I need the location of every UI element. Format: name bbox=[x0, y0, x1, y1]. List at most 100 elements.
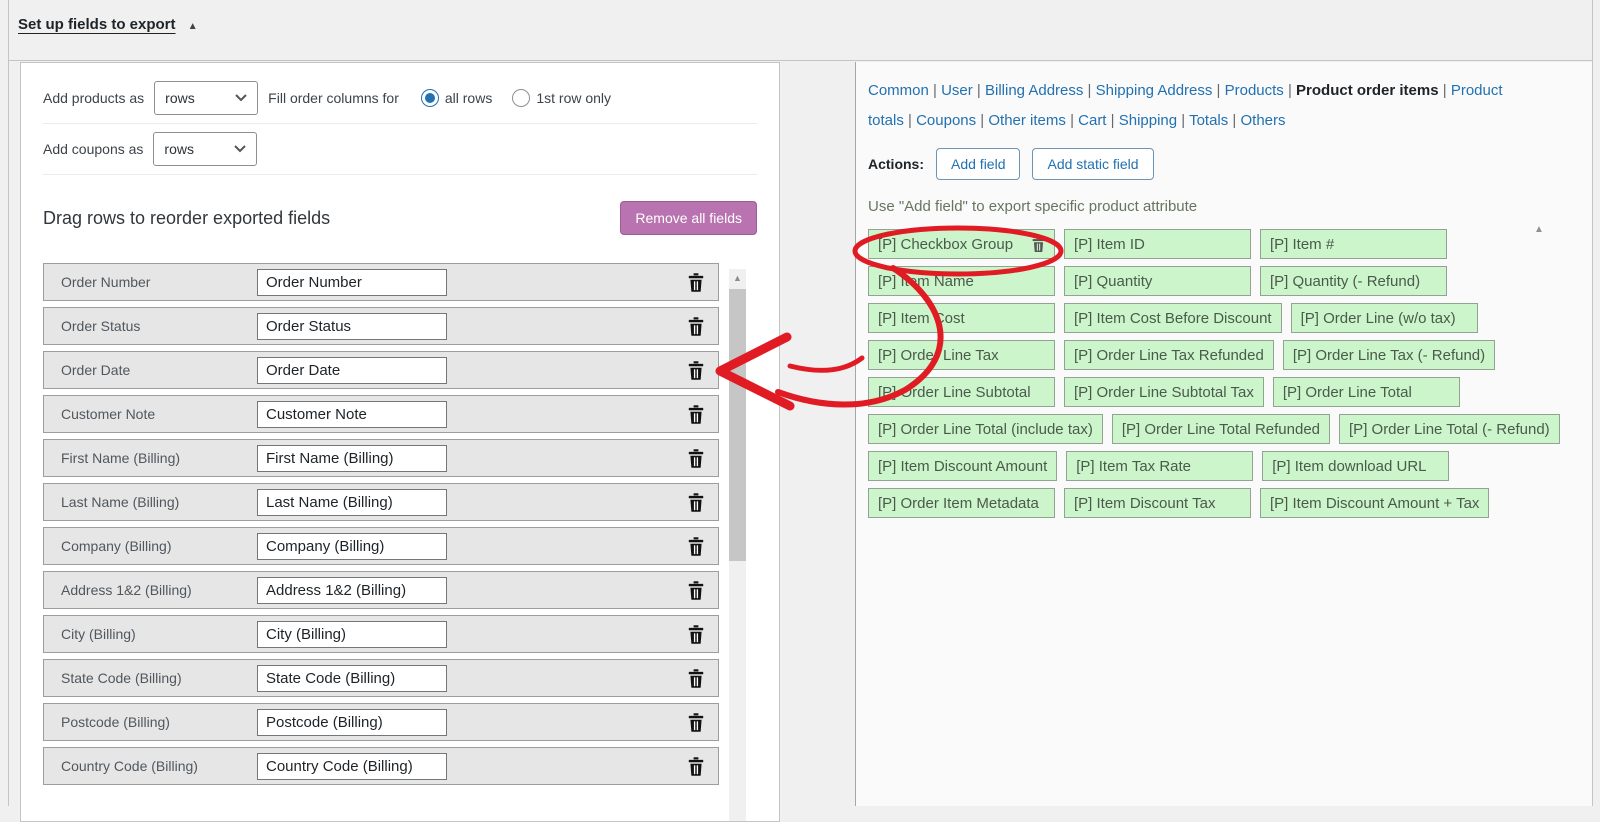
field-column-name-input[interactable] bbox=[257, 356, 447, 384]
product-field-button[interactable]: [P] Quantity bbox=[1064, 266, 1251, 296]
section-toggle[interactable]: Set up fields to export ▲ bbox=[18, 16, 198, 33]
delete-field-button[interactable] bbox=[688, 756, 704, 776]
delete-field-button[interactable] bbox=[688, 624, 704, 644]
nav-tab-coupons[interactable]: Coupons bbox=[916, 112, 976, 129]
nav-tab-other-items[interactable]: Other items bbox=[988, 112, 1066, 129]
table-row[interactable]: Company (Billing) bbox=[43, 527, 719, 565]
delete-field-button[interactable] bbox=[688, 580, 704, 600]
table-row[interactable]: Address 1&2 (Billing) bbox=[43, 571, 719, 609]
product-field-button[interactable]: [P] Item Cost bbox=[868, 303, 1055, 333]
table-row[interactable]: Last Name (Billing) bbox=[43, 483, 719, 521]
field-column-name-input[interactable] bbox=[257, 444, 447, 472]
product-field-button[interactable]: [P] Item # bbox=[1260, 229, 1447, 259]
product-field-button[interactable]: [P] Item ID bbox=[1064, 229, 1251, 259]
available-fields-panel: Common | User | Billing Address | Shippi… bbox=[855, 62, 1592, 806]
delete-field-button[interactable] bbox=[688, 668, 704, 688]
product-field-button[interactable]: [P] Order Line Subtotal bbox=[868, 377, 1055, 407]
exported-fields-list: Order Number Order Status Order Date bbox=[43, 263, 719, 785]
delete-field-button[interactable] bbox=[688, 316, 704, 336]
product-field-button[interactable]: [P] Item download URL bbox=[1262, 451, 1450, 481]
nav-tab-product-order-items[interactable]: Product order items bbox=[1296, 82, 1439, 99]
product-field-button[interactable]: [P] Item Discount Amount + Tax bbox=[1260, 488, 1490, 518]
collapse-caret-icon[interactable]: ▲ bbox=[188, 21, 198, 32]
table-row[interactable]: Customer Note bbox=[43, 395, 719, 433]
table-row[interactable]: Order Date bbox=[43, 351, 719, 389]
delete-field-button[interactable] bbox=[688, 492, 704, 512]
product-field-button[interactable]: [P] Order Line (w/o tax) bbox=[1290, 303, 1478, 333]
annotation-arrow-notch bbox=[787, 355, 865, 373]
remove-all-fields-button[interactable]: Remove all fields bbox=[620, 201, 757, 235]
product-field-row: [P] Order Item Metadata [P] Item Discount… bbox=[868, 488, 1592, 518]
page-title[interactable]: Set up fields to export bbox=[18, 16, 176, 33]
product-field-button[interactable]: [P] Order Line Total (include tax) bbox=[868, 414, 1103, 444]
product-field-button[interactable]: [P] Order Line Tax Refunded bbox=[1064, 340, 1274, 370]
product-field-button[interactable]: [P] Order Line Subtotal Tax bbox=[1064, 377, 1264, 407]
field-column-name-input[interactable] bbox=[257, 488, 447, 516]
product-field-button[interactable]: [P] Order Line Tax bbox=[868, 340, 1055, 370]
add-field-button[interactable]: Add field bbox=[936, 148, 1021, 180]
table-row[interactable]: Order Status bbox=[43, 307, 719, 345]
delete-field-button[interactable] bbox=[688, 712, 704, 732]
delete-field-button[interactable] bbox=[688, 404, 704, 424]
field-column-name-input[interactable] bbox=[257, 664, 447, 692]
add-coupons-select[interactable]: rows bbox=[153, 132, 258, 166]
nav-tab-common[interactable]: Common bbox=[868, 82, 929, 99]
nav-tab-totals[interactable]: Totals bbox=[1189, 112, 1228, 129]
nav-tab-products[interactable]: Products bbox=[1225, 82, 1284, 99]
field-column-name-input[interactable] bbox=[257, 576, 447, 604]
delete-field-button[interactable] bbox=[688, 360, 704, 380]
scrollbar-thumb[interactable] bbox=[729, 289, 746, 561]
delete-field-button[interactable] bbox=[688, 272, 704, 292]
nav-separator: | bbox=[976, 112, 989, 129]
product-field-button[interactable]: [P] Item Tax Rate bbox=[1066, 451, 1254, 481]
product-field-button[interactable]: [P] Order Line Total bbox=[1272, 377, 1460, 407]
product-field-button-circled[interactable]: [P] Checkbox Group bbox=[868, 229, 1055, 259]
product-field-button[interactable]: [P] Item Discount Tax bbox=[1064, 488, 1251, 518]
nav-tab-user[interactable]: User bbox=[941, 82, 973, 99]
all-rows-radio[interactable] bbox=[420, 89, 439, 107]
nav-tab-cart[interactable]: Cart bbox=[1078, 112, 1106, 129]
product-field-button[interactable]: [P] Order Item Metadata bbox=[868, 488, 1055, 518]
add-static-field-button[interactable]: Add static field bbox=[1032, 148, 1154, 180]
nav-tab-billing-address[interactable]: Billing Address bbox=[985, 82, 1083, 99]
delete-field-button[interactable] bbox=[688, 536, 704, 556]
product-field-button[interactable]: [P] Item Discount Amount bbox=[868, 451, 1058, 481]
product-field-button[interactable]: [P] Item Name bbox=[868, 266, 1055, 296]
field-column-name-input[interactable] bbox=[257, 620, 447, 648]
field-column-name-input[interactable] bbox=[257, 312, 447, 340]
table-row[interactable]: City (Billing) bbox=[43, 615, 719, 653]
table-row[interactable]: Country Code (Billing) bbox=[43, 747, 719, 785]
product-field-button[interactable]: [P] Order Line Total Refunded bbox=[1111, 414, 1331, 444]
product-field-label: [P] Item # bbox=[1270, 235, 1335, 253]
nav-tab-shipping-address[interactable]: Shipping Address bbox=[1096, 82, 1213, 99]
product-field-label: [P] Item Discount Amount bbox=[878, 457, 1048, 475]
first-row-only-radio-label[interactable]: 1st row only bbox=[536, 90, 611, 106]
product-field-label: [P] Order Line Total bbox=[1282, 383, 1412, 401]
field-row-label: Order Date bbox=[61, 362, 131, 378]
product-field-label: [P] Quantity (- Refund) bbox=[1270, 272, 1421, 290]
product-field-button[interactable]: [P] Quantity (- Refund) bbox=[1260, 266, 1447, 296]
trash-icon[interactable] bbox=[1032, 236, 1045, 252]
product-field-button[interactable]: [P] Item Cost Before Discount bbox=[1064, 303, 1282, 333]
all-rows-radio-label[interactable]: all rows bbox=[445, 90, 492, 106]
field-column-name-input[interactable] bbox=[257, 268, 447, 296]
field-column-name-input[interactable] bbox=[257, 532, 447, 560]
delete-field-button[interactable] bbox=[688, 448, 704, 468]
nav-tab-others[interactable]: Others bbox=[1241, 112, 1286, 129]
product-field-row: [P] Checkbox Group [P] Item ID [P] Item # bbox=[868, 229, 1592, 259]
nav-tab-shipping[interactable]: Shipping bbox=[1119, 112, 1177, 129]
table-row[interactable]: State Code (Billing) bbox=[43, 659, 719, 697]
product-field-button[interactable]: [P] Order Line Total (- Refund) bbox=[1339, 414, 1560, 444]
field-column-name-input[interactable] bbox=[257, 708, 447, 736]
table-row[interactable]: First Name (Billing) bbox=[43, 439, 719, 477]
scroll-up-icon[interactable]: ▲ bbox=[1530, 224, 1548, 235]
field-column-name-input[interactable] bbox=[257, 752, 447, 780]
product-field-button[interactable]: [P] Order Line Tax (- Refund) bbox=[1282, 340, 1496, 370]
first-row-only-radio[interactable] bbox=[512, 89, 531, 107]
table-row[interactable]: Order Number bbox=[43, 263, 719, 301]
add-products-select[interactable]: rows bbox=[154, 81, 259, 115]
scrollbar[interactable]: ▲ bbox=[729, 269, 746, 821]
table-row[interactable]: Postcode (Billing) bbox=[43, 703, 719, 741]
field-column-name-input[interactable] bbox=[257, 400, 447, 428]
scroll-up-icon[interactable]: ▲ bbox=[729, 272, 746, 284]
